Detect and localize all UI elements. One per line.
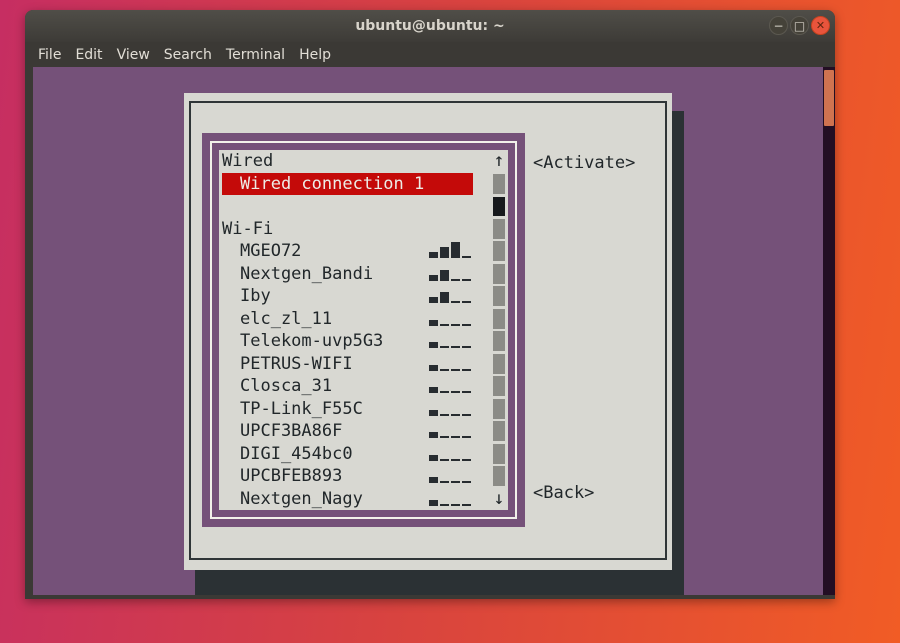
- listbox-scrollbar-track[interactable]: [493, 376, 505, 396]
- connection-row[interactable]: DIGI_454bc0: [219, 443, 508, 466]
- listbox-scrollbar-track[interactable]: [493, 466, 505, 486]
- scrollbar-up-arrow[interactable]: ↑: [494, 152, 505, 170]
- listbox-scrollbar-thumb[interactable]: [493, 197, 505, 216]
- connection-label: DIGI_454bc0: [222, 443, 353, 465]
- connection-row[interactable]: elc_zl_11: [219, 308, 508, 331]
- connection-label: UPCF3BA86F: [222, 420, 342, 442]
- connection-listbox: Wired↑Wired connection 1Wi-FiMGEO72Nextg…: [202, 133, 525, 527]
- row-main[interactable]: Telekom-uvp5G3: [222, 330, 473, 353]
- signal-strength-icon: [429, 421, 473, 441]
- row-main[interactable]: UPCBFEB893: [222, 465, 473, 488]
- menu-search[interactable]: Search: [157, 45, 219, 65]
- connection-label: MGEO72: [222, 240, 301, 262]
- connection-row[interactable]: MGEO72: [219, 240, 508, 263]
- section-label: Wi-Fi: [222, 218, 273, 240]
- section-header-row: Wi-Fi: [219, 218, 508, 241]
- signal-strength-icon: [429, 399, 473, 419]
- connection-label: Iby: [222, 285, 271, 307]
- listbox-scrollbar-track[interactable]: [493, 354, 505, 374]
- connection-row[interactable]: UPCF3BA86F: [219, 420, 508, 443]
- terminal-scrollbar[interactable]: [823, 67, 835, 595]
- row-main[interactable]: Nextgen_Bandi: [222, 263, 473, 286]
- connection-label: PETRUS-WIFI: [222, 353, 353, 375]
- signal-strength-icon: [429, 241, 473, 261]
- connection-row[interactable]: Nextgen_Bandi: [219, 263, 508, 286]
- signal-strength-icon: [429, 489, 473, 509]
- signal-strength-icon: [429, 466, 473, 486]
- nmtui-dialog: Wired↑Wired connection 1Wi-FiMGEO72Nextg…: [184, 93, 672, 570]
- section-header-row: Wired ↑: [219, 150, 508, 173]
- row-main[interactable]: MGEO72: [222, 240, 473, 263]
- menu-file[interactable]: File: [31, 45, 68, 65]
- scrollbar-down-arrow[interactable]: ↓: [494, 490, 505, 508]
- selected-connection[interactable]: Wired connection 1: [222, 173, 473, 196]
- menubar: File Edit View Search Terminal Help: [25, 42, 835, 67]
- connection-label: Nextgen_Nagy: [222, 488, 363, 510]
- terminal-scrollbar-thumb[interactable]: [824, 70, 834, 126]
- back-button[interactable]: <Back>: [533, 483, 594, 503]
- listbox-scrollbar-track[interactable]: [493, 264, 505, 284]
- connection-label: UPCBFEB893: [222, 465, 342, 487]
- menu-edit[interactable]: Edit: [68, 45, 109, 65]
- row-main[interactable]: UPCF3BA86F: [222, 420, 473, 443]
- row-main: Wired: [222, 150, 473, 173]
- terminal-window: ubuntu@ubuntu: ~ − □ ✕ File Edit View Se…: [25, 10, 835, 599]
- titlebar[interactable]: ubuntu@ubuntu: ~ − □ ✕: [25, 10, 835, 42]
- minimize-button[interactable]: −: [769, 16, 788, 35]
- connection-list: Wired↑Wired connection 1Wi-FiMGEO72Nextg…: [219, 150, 508, 510]
- window-controls: − □ ✕: [769, 16, 830, 35]
- row-main[interactable]: elc_zl_11: [222, 308, 473, 331]
- window-title: ubuntu@ubuntu: ~: [25, 10, 835, 42]
- connection-row[interactable]: UPCBFEB893: [219, 465, 508, 488]
- row-main[interactable]: Iby: [222, 285, 473, 308]
- connection-row[interactable]: Nextgen_Nagy ↓: [219, 488, 508, 511]
- maximize-button[interactable]: □: [790, 16, 809, 35]
- menu-help[interactable]: Help: [292, 45, 338, 65]
- connection-row[interactable]: Telekom-uvp5G3: [219, 330, 508, 353]
- connection-row[interactable]: Iby: [219, 285, 508, 308]
- listbox-scrollbar-track[interactable]: [493, 309, 505, 329]
- signal-strength-icon: [429, 376, 473, 396]
- listbox-scrollbar-track[interactable]: [493, 286, 505, 306]
- terminal-content-area: Wired↑Wired connection 1Wi-FiMGEO72Nextg…: [33, 67, 823, 595]
- row-main[interactable]: Nextgen_Nagy: [222, 488, 473, 511]
- signal-strength-icon: [429, 331, 473, 351]
- listbox-scrollbar-track[interactable]: [493, 241, 505, 261]
- signal-strength-icon: [429, 264, 473, 284]
- section-label: Wired: [222, 150, 273, 172]
- connection-row[interactable]: PETRUS-WIFI: [219, 353, 508, 376]
- connection-row[interactable]: TP-Link_F55C: [219, 398, 508, 421]
- row-main[interactable]: PETRUS-WIFI: [222, 353, 473, 376]
- row-main[interactable]: Closca_31: [222, 375, 473, 398]
- listbox-scrollbar-track[interactable]: [493, 399, 505, 419]
- row-main[interactable]: DIGI_454bc0: [222, 443, 473, 466]
- listbox-scrollbar-track[interactable]: [493, 421, 505, 441]
- listbox-scrollbar-track[interactable]: [493, 331, 505, 351]
- listbox-scrollbar-track[interactable]: [493, 444, 505, 464]
- activate-button[interactable]: <Activate>: [533, 153, 635, 173]
- row-main: Wi-Fi: [222, 218, 473, 241]
- connection-row[interactable]: Wired connection 1: [219, 173, 508, 196]
- connection-label: Telekom-uvp5G3: [222, 330, 383, 352]
- connection-label: elc_zl_11: [222, 308, 332, 330]
- row-main: [222, 195, 473, 218]
- listbox-scrollbar-track[interactable]: [493, 219, 505, 239]
- connection-label: TP-Link_F55C: [222, 398, 363, 420]
- close-button[interactable]: ✕: [811, 16, 830, 35]
- menu-terminal[interactable]: Terminal: [219, 45, 292, 65]
- menu-view[interactable]: View: [110, 45, 157, 65]
- desktop-background: ubuntu@ubuntu: ~ − □ ✕ File Edit View Se…: [0, 0, 900, 643]
- signal-strength-icon: [429, 309, 473, 329]
- connection-row[interactable]: Closca_31: [219, 375, 508, 398]
- blank-row: [219, 195, 508, 218]
- signal-strength-icon: [429, 444, 473, 464]
- signal-strength-icon: [429, 354, 473, 374]
- listbox-scrollbar-track[interactable]: [493, 174, 505, 194]
- connection-label: Closca_31: [222, 375, 332, 397]
- signal-strength-icon: [429, 286, 473, 306]
- row-main[interactable]: TP-Link_F55C: [222, 398, 473, 421]
- connection-label: Wired connection 1: [222, 173, 424, 195]
- connection-label: Nextgen_Bandi: [222, 263, 373, 285]
